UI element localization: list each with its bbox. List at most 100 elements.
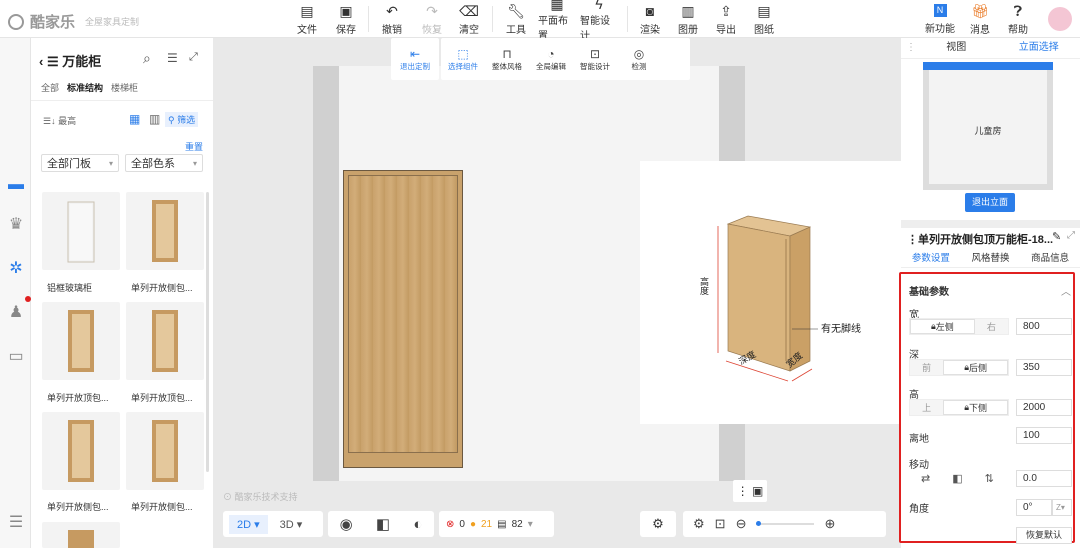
- product-card[interactable]: [126, 412, 204, 490]
- exit-elevation-button[interactable]: 退出立面: [965, 193, 1015, 212]
- cabinet-front[interactable]: [343, 170, 463, 468]
- restore-default-button[interactable]: 恢复默认: [1016, 527, 1072, 544]
- detect-icon: ◎: [633, 46, 645, 61]
- layers-nav-icon[interactable]: ☰: [6, 514, 26, 532]
- height-input[interactable]: 2000: [1016, 399, 1072, 416]
- exit-custom-button[interactable]: ⇤ 退出定制: [391, 38, 439, 80]
- drag-handle[interactable]: ⋮: [901, 38, 916, 58]
- clear-button[interactable]: ⌫ 清空: [457, 0, 481, 38]
- layout-menu[interactable]: ▦ 平面布置: [538, 0, 576, 42]
- angle-input[interactable]: 0°: [1016, 499, 1052, 516]
- smart-design-button[interactable]: ⊡ 智能设计: [573, 47, 617, 72]
- check-button[interactable]: ◎ 检测: [617, 47, 661, 72]
- tab-view[interactable]: 视图: [915, 38, 998, 58]
- anchor-left[interactable]: 🔒︎ 左侧: [910, 319, 975, 334]
- toggle-icon[interactable]: ⚙: [640, 511, 676, 537]
- clipboard-icon[interactable]: ⋮ ▣: [733, 480, 767, 502]
- crown-nav-icon[interactable]: ♛: [6, 216, 26, 234]
- tab-stair[interactable]: 楼梯柜: [111, 81, 138, 94]
- product-card[interactable]: [42, 192, 120, 270]
- depth-input[interactable]: 350: [1016, 359, 1072, 376]
- height-anchor-toggle[interactable]: 上 🔒︎ 下侧: [909, 399, 1009, 416]
- cube-icon[interactable]: ◧: [376, 515, 390, 533]
- new-features-button[interactable]: N 新功能: [924, 0, 956, 38]
- divider: [901, 220, 1080, 228]
- product-card[interactable]: [126, 302, 204, 380]
- tab-style[interactable]: 风格替换: [961, 250, 1021, 267]
- move-x-icon[interactable]: ⇄: [921, 472, 930, 485]
- width-anchor-toggle[interactable]: 🔒︎ 左侧 右: [909, 318, 1009, 335]
- render-button[interactable]: ◙ 渲染: [638, 0, 662, 38]
- issue-counter[interactable]: ⊗ 0 ● 21 ▤ 82 ▾: [439, 511, 554, 537]
- sort-button[interactable]: ☰↓ 最高: [43, 114, 76, 127]
- anchor-back[interactable]: 🔒︎ 后侧: [943, 360, 1008, 375]
- model-nav-icon[interactable]: ✲: [6, 260, 26, 278]
- save-button[interactable]: ▣ 保存: [334, 0, 358, 38]
- cabinet-nav-icon[interactable]: ▬: [6, 176, 26, 194]
- scrollbar[interactable]: [206, 192, 209, 472]
- basic-params-heading: 基础参数: [909, 287, 949, 298]
- product-card[interactable]: [42, 412, 120, 490]
- help-button[interactable]: ❓︎ 帮助: [1004, 0, 1032, 38]
- redo-button[interactable]: ↷ 恢复: [420, 0, 444, 38]
- product-card[interactable]: [126, 192, 204, 270]
- file-menu[interactable]: ▤ 文件: [296, 0, 318, 38]
- color-select[interactable]: 全部色系 ▾: [125, 154, 203, 172]
- edit-icon[interactable]: ✎: [1052, 230, 1061, 243]
- undo-button[interactable]: ↶ 撤销: [380, 0, 404, 38]
- back-button[interactable]: ‹ ☰ 万能柜: [39, 51, 101, 70]
- floorplan-minimap[interactable]: 儿童房: [923, 62, 1053, 190]
- view-2d-button[interactable]: 2D ▾: [229, 514, 268, 534]
- move-y-icon[interactable]: ◧: [952, 472, 962, 485]
- width-input[interactable]: 800: [1016, 318, 1072, 335]
- tab-params[interactable]: 参数设置: [901, 250, 961, 267]
- tab-product[interactable]: 商品信息: [1020, 250, 1080, 267]
- axis-select[interactable]: Z▾: [1052, 499, 1072, 516]
- reset-link[interactable]: 重置: [185, 140, 203, 153]
- tools-menu[interactable]: 🔧︎ 工具: [504, 0, 528, 38]
- search-icon[interactable]: ⌕: [143, 50, 151, 67]
- grid-view-icon[interactable]: ▦: [129, 112, 140, 126]
- anchor-top[interactable]: 上: [910, 400, 943, 415]
- collapse-icon[interactable]: ︿: [1061, 283, 1071, 298]
- zoom-out-icon[interactable]: ⊖: [736, 516, 747, 532]
- smart-design-menu[interactable]: ϟ 智能设计: [580, 0, 618, 42]
- tab-elevation[interactable]: 立面选择: [998, 38, 1080, 58]
- export-button[interactable]: ⇪ 导出: [714, 0, 738, 38]
- door-select[interactable]: 全部门板 ▾: [41, 154, 119, 172]
- avatar[interactable]: [1048, 7, 1072, 31]
- move-z-icon[interactable]: ⇅: [985, 472, 994, 485]
- move-input[interactable]: 0.0: [1016, 470, 1072, 487]
- user-nav-icon[interactable]: ♟: [6, 304, 26, 322]
- list-view-icon[interactable]: ▥: [149, 112, 160, 126]
- expand-icon[interactable]: ⤢: [1067, 230, 1075, 241]
- zoom-slider-handle[interactable]: [756, 521, 762, 526]
- storage-nav-icon[interactable]: ▭: [6, 348, 26, 366]
- anchor-right[interactable]: 右: [975, 319, 1008, 334]
- tab-standard[interactable]: 标准结构: [67, 81, 103, 94]
- tab-all[interactable]: 全部: [41, 81, 59, 94]
- anchor-front[interactable]: 前: [910, 360, 943, 375]
- eye-icon[interactable]: ◉: [340, 515, 353, 533]
- product-card[interactable]: [42, 522, 120, 548]
- list-icon[interactable]: ☰: [167, 51, 178, 65]
- design-canvas[interactable]: ⇤ 退出定制 ⬚ 选择组件 ⊓ 整体风格 ◔ 全局编辑 ⊡ 智能设计 ◎ 检测 高度 深度 …: [213, 38, 902, 548]
- expand-icon[interactable]: ⤢: [189, 51, 198, 64]
- view-3d-button[interactable]: 3D ▾: [280, 518, 303, 531]
- paper-button[interactable]: ▤ 图纸: [752, 0, 776, 38]
- speed-icon[interactable]: ◐: [413, 516, 422, 533]
- ground-input[interactable]: 100: [1016, 427, 1072, 444]
- select-component-button[interactable]: ⬚ 选择组件: [441, 47, 485, 72]
- filter-button[interactable]: ⚲ 筛选: [165, 112, 199, 127]
- global-edit-button[interactable]: ◔ 全局编辑: [529, 47, 573, 72]
- depth-anchor-toggle[interactable]: 前 🔒︎ 后侧: [909, 359, 1009, 376]
- drawings-button[interactable]: ▥ 图册: [676, 0, 700, 38]
- zoom-slider[interactable]: [756, 521, 815, 526]
- zoom-in-icon[interactable]: ⊕: [824, 516, 835, 532]
- camera-settings-icon[interactable]: ⚙: [693, 516, 705, 532]
- messages-button[interactable]: 🎁︎ 消息: [966, 0, 994, 38]
- style-button[interactable]: ⊓ 整体风格: [485, 47, 529, 72]
- anchor-bottom[interactable]: 🔒︎ 下侧: [943, 400, 1008, 415]
- product-card[interactable]: [42, 302, 120, 380]
- focus-icon[interactable]: ⊡: [715, 516, 726, 532]
